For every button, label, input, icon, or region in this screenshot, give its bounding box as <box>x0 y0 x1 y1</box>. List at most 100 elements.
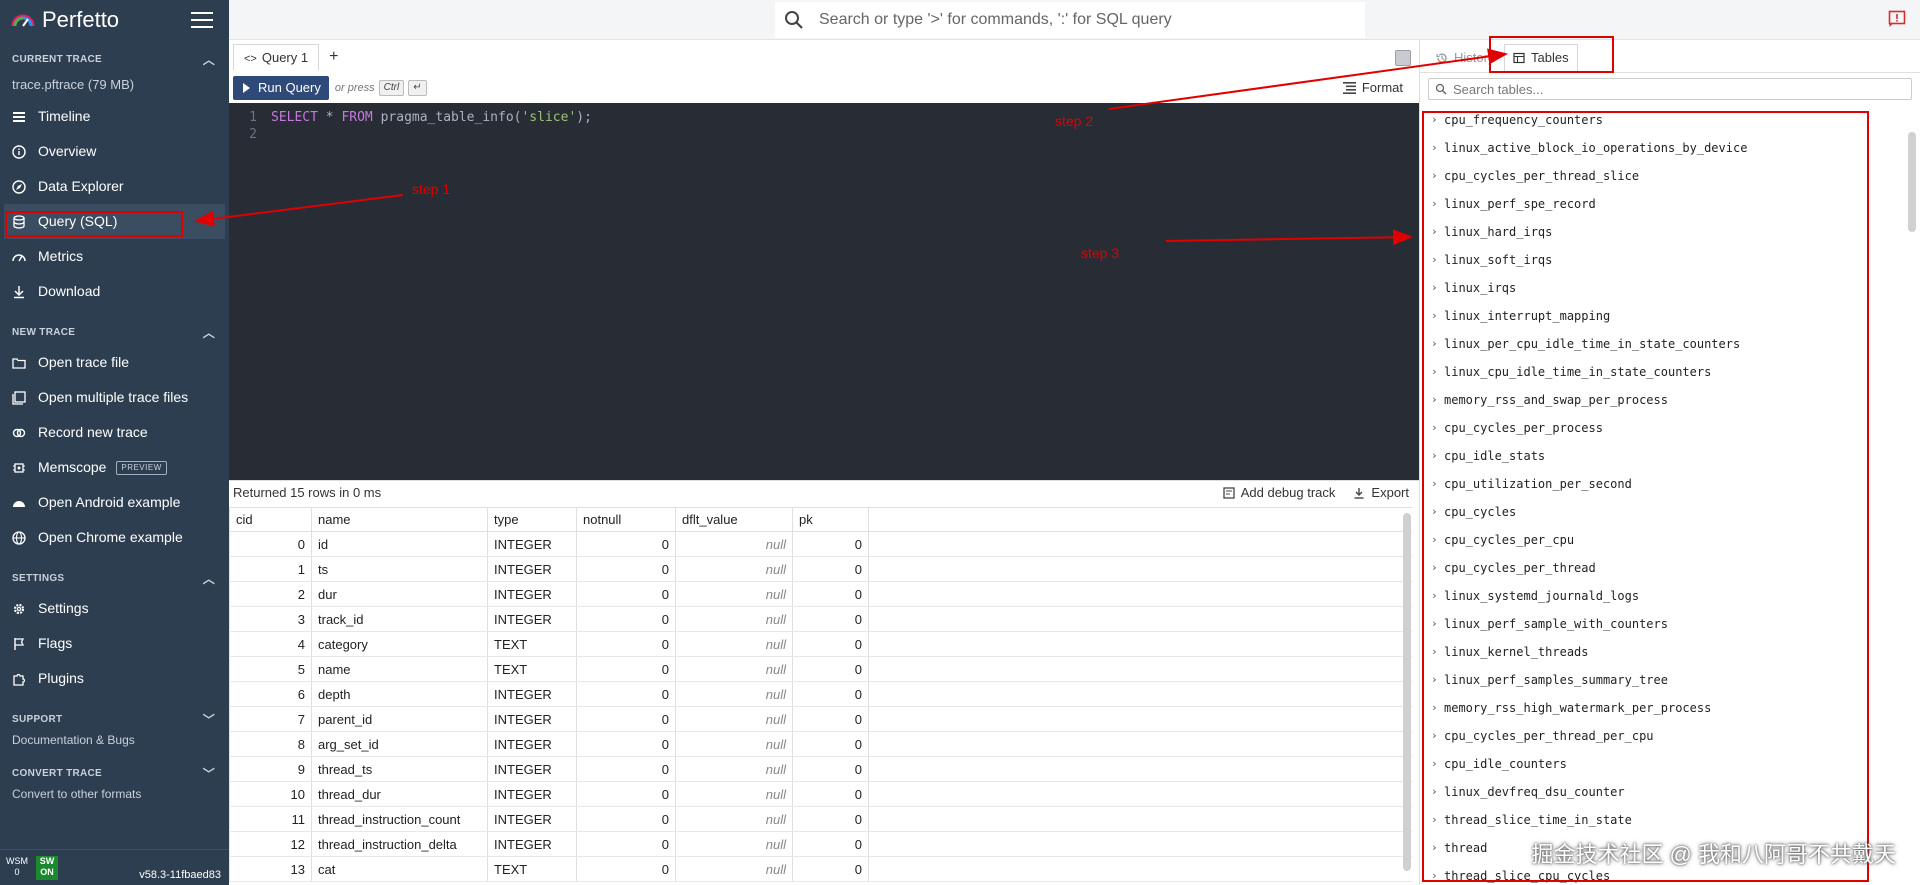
annotation-box-query-sql <box>5 211 183 237</box>
sidebar-item-data-explorer[interactable]: Data Explorer <box>0 169 229 204</box>
sidebar-item-memscope[interactable]: Memscope PREVIEW <box>0 450 229 485</box>
results-scrollbar[interactable] <box>1403 513 1411 871</box>
feedback-icon[interactable] <box>1888 10 1906 28</box>
table-cell-pk: 0 <box>792 806 869 832</box>
sidebar-item-timeline[interactable]: Timeline <box>0 99 229 134</box>
run-query-button[interactable]: Run Query <box>233 76 329 100</box>
column-header-pk[interactable]: pk <box>792 507 869 532</box>
table-cell-pk: 0 <box>792 556 869 582</box>
omnibox-search-input[interactable]: Search or type '>' for commands, ':' for… <box>775 2 1365 38</box>
section-header-support[interactable]: SUPPORT ﹀ <box>0 710 229 730</box>
table-cell-notnull: 0 <box>576 656 676 682</box>
watermark: 掘金技术社区 @ 我和八阿哥不共戴天 <box>1531 842 1896 867</box>
trace-file-name: trace.pftrace (79 MB) <box>12 77 135 92</box>
tab-query-1[interactable]: <> Query 1 <box>233 43 320 70</box>
table-row: 7 parent_id INTEGER 0 null 0 <box>229 706 1412 732</box>
table-cell-pk: 0 <box>792 706 869 732</box>
sidebar-item-open-chrome-example[interactable]: Open Chrome example <box>0 520 229 555</box>
annotation-step-3: step 3 <box>1081 245 1120 261</box>
column-header-notnull[interactable]: notnull <box>576 507 676 532</box>
table-cell-filler <box>868 831 1412 857</box>
export-button[interactable]: Export <box>1353 481 1409 505</box>
table-cell-name: thread_dur <box>311 781 488 807</box>
chevron-down-icon[interactable]: ﹀ <box>203 710 215 730</box>
table-cell-notnull: 0 <box>576 856 676 882</box>
format-button[interactable]: Format <box>1342 80 1403 95</box>
sidebar-item-download[interactable]: Download <box>0 274 229 309</box>
table-list-scrollbar[interactable] <box>1908 132 1916 232</box>
chevron-up-icon[interactable]: ︿ <box>203 50 215 70</box>
table-cell-pk: 0 <box>792 531 869 557</box>
table-header-row: cid name type notnull dflt_value pk <box>229 507 1412 532</box>
section-header-settings[interactable]: SETTINGS ︿ <box>0 569 229 589</box>
code-line: 2 <box>229 126 1419 143</box>
hamburger-menu-icon[interactable] <box>191 12 213 28</box>
run-query-label: Run Query <box>258 80 321 95</box>
table-cell-dflt-value: null <box>675 706 793 732</box>
sidebar-item-open-multiple-trace-files[interactable]: Open multiple trace files <box>0 380 229 415</box>
section-header-new-trace[interactable]: NEW TRACE ︿ <box>0 323 229 343</box>
sidebar-item-metrics[interactable]: Metrics <box>0 239 229 274</box>
table-row: 12 thread_instruction_delta INTEGER 0 null 0 <box>229 831 1412 857</box>
sidebar-item-overview[interactable]: Overview <box>0 134 229 169</box>
version-label[interactable]: v58.3-11fbaed83 <box>139 869 221 881</box>
table-row: 5 name TEXT 0 null 0 <box>229 656 1412 682</box>
section-header-convert-trace[interactable]: CONVERT TRACE ﹀ <box>0 764 229 784</box>
table-cell-pk: 0 <box>792 581 869 607</box>
table-cell-pk: 0 <box>792 731 869 757</box>
table-cell-name: thread_instruction_count <box>311 806 488 832</box>
wsm-value: 0 <box>14 867 20 877</box>
column-header-name[interactable]: name <box>311 507 488 532</box>
table-cell-pk: 0 <box>792 681 869 707</box>
editor-toolbar: Run Query or press Ctrl ↵ Format <box>229 73 1419 103</box>
table-cell-filler <box>868 531 1412 557</box>
android-icon <box>13 501 25 507</box>
table-cell-type: INTEGER <box>487 756 577 782</box>
chevron-down-icon[interactable]: ﹀ <box>203 764 215 784</box>
chevron-up-icon[interactable]: ︿ <box>203 569 215 589</box>
column-header-type[interactable]: type <box>487 507 577 532</box>
table-row: 9 thread_ts INTEGER 0 null 0 <box>229 756 1412 782</box>
add-debug-track-button[interactable]: Add debug track <box>1223 481 1335 505</box>
sidebar-footer: WSM 0 SW ON v58.3-11fbaed83 <box>0 849 229 885</box>
table-cell-name: cat <box>311 856 488 882</box>
column-header-cid[interactable]: cid <box>229 507 312 532</box>
sidebar-item-label: Flags <box>38 635 73 651</box>
wsm-status: WSM 0 <box>6 856 28 880</box>
table-row: 1 ts INTEGER 0 null 0 <box>229 556 1412 582</box>
add-tab-button[interactable]: + <box>329 48 338 66</box>
kbd-enter: ↵ <box>408 80 427 96</box>
table-cell-filler <box>868 656 1412 682</box>
table-cell-filler <box>868 731 1412 757</box>
history-icon <box>1436 53 1447 63</box>
toggle-panel-icon[interactable] <box>1395 50 1411 66</box>
code-icon: <> <box>244 52 257 65</box>
sidebar-item-plugins[interactable]: Plugins <box>0 661 229 696</box>
service-worker-status[interactable]: SW ON <box>36 856 58 880</box>
table-search-placeholder: Search tables... <box>1453 81 1544 97</box>
table-row: 6 depth INTEGER 0 null 0 <box>229 681 1412 707</box>
chevron-up-icon[interactable]: ︿ <box>203 323 215 343</box>
table-cell-filler <box>868 781 1412 807</box>
table-row: 11 thread_instruction_count INTEGER 0 null 0 <box>229 806 1412 832</box>
sql-string: 'slice' <box>521 110 577 125</box>
sidebar-item-open-trace-file[interactable]: Open trace file <box>0 345 229 380</box>
table-row: 2 dur INTEGER 0 null 0 <box>229 581 1412 607</box>
sidebar-item-flags[interactable]: Flags <box>0 626 229 661</box>
table-row: 8 arg_set_id INTEGER 0 null 0 <box>229 731 1412 757</box>
sidebar-item-settings[interactable]: Settings <box>0 591 229 626</box>
sidebar-item-label: Record new trace <box>38 424 148 440</box>
table-search-input[interactable]: Search tables... <box>1428 78 1912 100</box>
sql-code-editor[interactable]: 1 SELECT * FROM pragma_table_info('slice… <box>229 103 1419 480</box>
section-header-current-trace[interactable]: CURRENT TRACE ︿ <box>0 50 229 70</box>
table-cell-notnull: 0 <box>576 756 676 782</box>
sidebar-item-open-android-example[interactable]: Open Android example <box>0 485 229 520</box>
annotation-box-tables-tab <box>1489 36 1614 73</box>
column-header-dflt-value[interactable]: dflt_value <box>675 507 793 532</box>
library-icon <box>12 391 26 405</box>
table-cell-pk: 0 <box>792 856 869 882</box>
sidebar-item-record-new-trace[interactable]: Record new trace <box>0 415 229 450</box>
table-cell-dflt-value: null <box>675 681 793 707</box>
folder-icon <box>12 358 26 369</box>
gear-icon <box>13 603 25 615</box>
